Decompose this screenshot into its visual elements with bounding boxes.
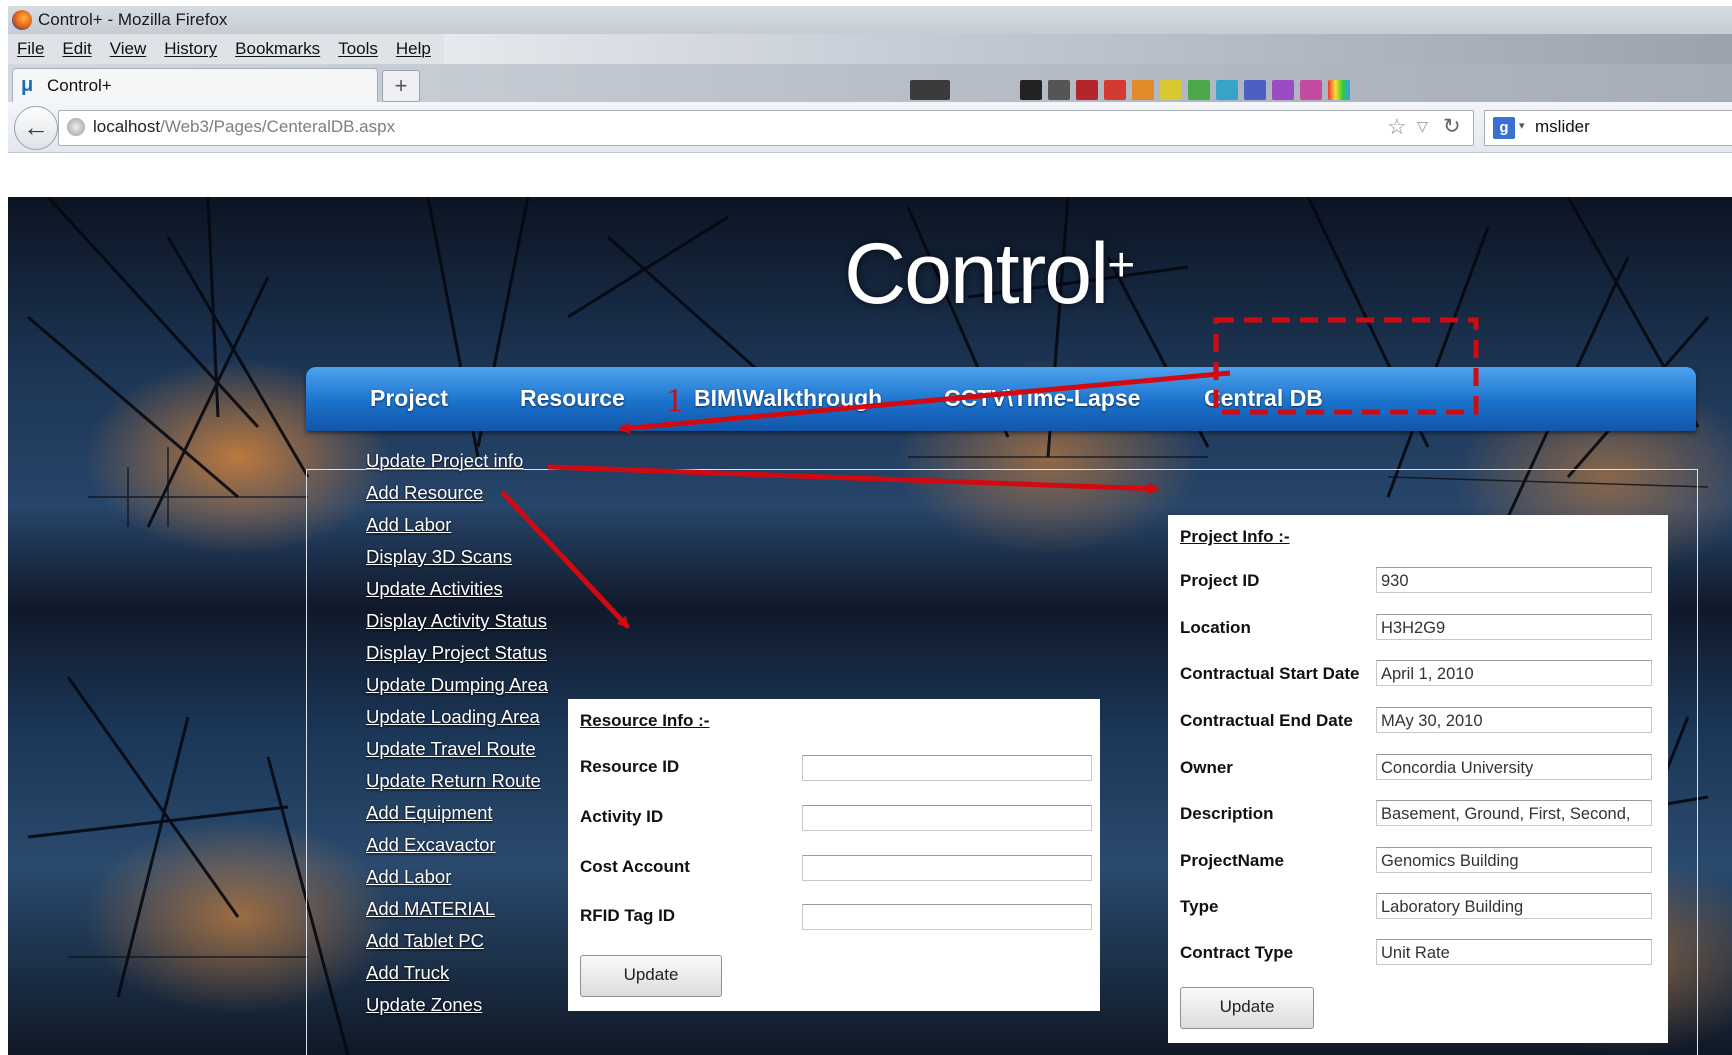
search-engine-dropdown-icon[interactable]: ▾ (1519, 119, 1525, 132)
bookmark-star-icon[interactable]: ☆ (1387, 114, 1407, 140)
annotation-arrow-to-project-info (547, 464, 1160, 495)
toolbar-swatch (1076, 80, 1098, 100)
toolbar-swatch (1132, 80, 1154, 100)
annotation-arrow-to-resource-info (500, 490, 630, 629)
toolbar-swatch (1300, 80, 1322, 100)
toolbar-swatch (1104, 80, 1126, 100)
menu-bar-background (444, 34, 1732, 64)
menu-view[interactable]: View (110, 39, 147, 59)
toolbar-swatch (1160, 80, 1182, 100)
toolbar-swatch (1216, 80, 1238, 100)
menu-history[interactable]: History (164, 39, 217, 59)
google-search-icon[interactable]: g (1493, 117, 1515, 139)
url-text: localhost/Web3/Pages/CenteralDB.aspx (93, 117, 395, 137)
menu-bookmarks[interactable]: Bookmarks (235, 39, 320, 59)
toolbar-swatch (1020, 80, 1042, 100)
reload-icon[interactable]: ↻ (1443, 114, 1461, 139)
menu-help[interactable]: Help (396, 39, 431, 59)
annotation-marker: 1 (666, 382, 683, 419)
search-box[interactable]: g ▾ mslider (1484, 110, 1732, 146)
toolbar-swatch (1272, 80, 1294, 100)
search-input[interactable]: mslider (1535, 117, 1590, 137)
tab-strip: μ Control+ + (8, 64, 1732, 103)
window-title: Control+ - Mozilla Firefox (38, 10, 228, 29)
firefox-icon (12, 10, 32, 30)
menu-bar: File Edit View History Bookmarks Tools H… (8, 34, 444, 64)
tab-title: Control+ (47, 76, 112, 95)
menu-tools[interactable]: Tools (338, 39, 378, 59)
history-dropdown-icon[interactable]: ▽ (1417, 118, 1428, 135)
central-db-highlight-box (1213, 317, 1479, 415)
annotation-arrow-to-links (618, 370, 1231, 435)
new-tab-button[interactable]: + (382, 70, 420, 102)
url-host: localhost (93, 117, 161, 136)
toolbar-swatch (910, 80, 950, 100)
url-bar[interactable]: localhost/Web3/Pages/CenteralDB.aspx ☆ ▽… (58, 110, 1474, 146)
toolbar-swatch (1048, 80, 1070, 100)
toolbar-swatch (1188, 80, 1210, 100)
annotation-overlay: 1 (500, 317, 1479, 629)
menu-edit[interactable]: Edit (62, 39, 91, 59)
url-path: /Web3/Pages/CenteralDB.aspx (160, 117, 396, 136)
toolbar-swatch (1244, 80, 1266, 100)
browser-tab[interactable]: μ Control+ (12, 68, 378, 103)
toolbar-gap (8, 153, 1732, 197)
menu-file[interactable]: File (17, 39, 44, 59)
window-titlebar: Control+ - Mozilla Firefox (8, 6, 1732, 34)
site-identity-icon[interactable] (67, 118, 85, 136)
back-button[interactable]: ← (14, 106, 58, 150)
page-background: Control+ Project Resource BIM\Walkthroug… (8, 197, 1732, 1055)
toolbar-swatch (1328, 80, 1350, 100)
navigation-toolbar: ← localhost/Web3/Pages/CenteralDB.aspx ☆… (8, 102, 1732, 153)
site-favicon-icon: μ (21, 74, 34, 96)
